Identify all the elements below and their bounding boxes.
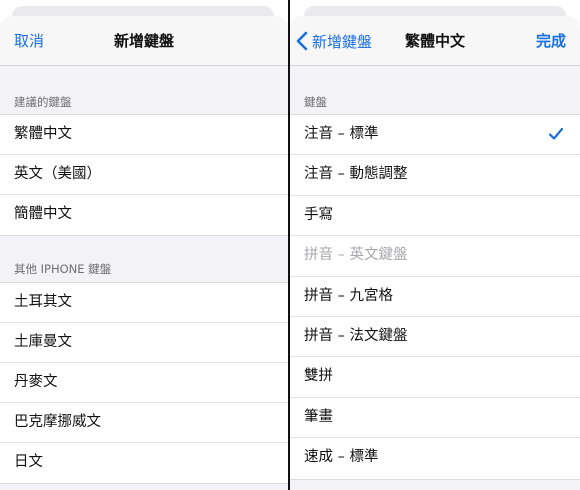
section-header-suggested: 建議的鍵盤 bbox=[14, 95, 72, 109]
done-button[interactable]: 完成 bbox=[536, 16, 566, 66]
keyboard-layout-label: 拼音 – 九宮格 bbox=[304, 287, 393, 304]
keyboard-layout-label: 雙拼 bbox=[304, 368, 333, 385]
keyboard-item[interactable]: 日文 bbox=[0, 443, 288, 483]
keyboard-layout-item: 拼音 – 英文鍵盤 bbox=[290, 236, 580, 277]
keyboard-item-label: 土耳其文 bbox=[14, 294, 72, 310]
keyboard-item[interactable]: 簡體中文 bbox=[0, 195, 288, 235]
keyboard-layout-item[interactable]: 注音 – 標準 bbox=[290, 115, 580, 156]
keyboard-layout-label: 注音 – 標準 bbox=[304, 126, 379, 142]
checkmark-icon bbox=[548, 127, 564, 140]
keyboard-item-label: 英文（美國） bbox=[14, 166, 101, 182]
keyboard-layout-label: 拼音 – 英文鍵盤 bbox=[304, 247, 408, 264]
keyboard-item[interactable]: 土庫曼文 bbox=[0, 323, 288, 363]
keyboard-layout-label: 拼音 – 法文鍵盤 bbox=[304, 327, 408, 344]
traditional-chinese-panel: 新增鍵盤 繁體中文 完成 鍵盤 注音 – 標準注音 – 動態調整 手寫拼音 – 英… bbox=[290, 0, 580, 490]
keyboard-item[interactable]: 繁體中文 bbox=[0, 115, 288, 155]
keyboard-item-label: 丹麥文 bbox=[14, 374, 58, 390]
keyboard-item[interactable]: 英文（美國） bbox=[0, 155, 288, 195]
keyboard-layout-item[interactable]: 速成 – 標準 bbox=[290, 438, 580, 479]
keyboard-layout-item[interactable]: 筆畫 bbox=[290, 397, 580, 439]
keyboard-item[interactable]: 巴克摩挪威文 bbox=[0, 403, 288, 443]
keyboard-item-label: 土庫曼文 bbox=[14, 334, 72, 350]
keyboard-layout-item[interactable]: 拼音 – 法文鍵盤 bbox=[290, 316, 580, 358]
keyboard-layout-item[interactable]: 注音 – 動態調整 bbox=[290, 155, 580, 196]
navigation-bar: 新增鍵盤 繁體中文 完成 bbox=[290, 16, 580, 66]
keyboard-item[interactable]: 丹麥文 bbox=[0, 363, 288, 403]
keyboard-layout-item[interactable]: 手寫 bbox=[290, 195, 580, 237]
keyboard-item[interactable]: 土耳其文 bbox=[0, 283, 288, 323]
keyboard-layouts-list: 注音 – 標準注音 – 動態調整 手寫拼音 – 英文鍵盤 拼音 – 九宮格 拼音 – … bbox=[290, 114, 580, 480]
keyboard-item-label: 巴克摩挪威文 bbox=[14, 414, 101, 430]
keyboard-layout-label: 速成 – 標準 bbox=[304, 449, 379, 466]
page-title: 新增鍵盤 bbox=[113, 32, 174, 50]
keyboard-item-label: 日文 bbox=[14, 454, 43, 470]
settings-content: 建議的鍵盤 繁體中文 英文（美國） 簡體中文 其他 IPHONE 鍵盤 土耳其文… bbox=[0, 66, 288, 490]
keyboard-item-label: 簡體中文 bbox=[14, 206, 72, 222]
navigation-bar: 取消 新增鍵盤 bbox=[0, 16, 288, 66]
other-keyboards-list: 土耳其文 土庫曼文 丹麥文 巴克摩挪威文 日文 bbox=[0, 282, 288, 484]
keyboard-item-label: 繁體中文 bbox=[14, 126, 72, 142]
suggested-keyboards-list: 繁體中文 英文（美國） 簡體中文 bbox=[0, 114, 288, 236]
settings-content: 鍵盤 注音 – 標準注音 – 動態調整 手寫拼音 – 英文鍵盤 拼音 – 九宮格 拼音… bbox=[290, 66, 580, 490]
keyboard-layout-label: 筆畫 bbox=[304, 408, 333, 425]
section-header-other: 其他 IPHONE 鍵盤 bbox=[14, 262, 112, 276]
keyboard-layout-item[interactable]: 雙拼 bbox=[290, 357, 580, 398]
section-header-keyboards: 鍵盤 bbox=[304, 95, 327, 109]
keyboard-layout-label: 手寫 bbox=[304, 206, 333, 223]
keyboard-layout-item[interactable]: 拼音 – 九宮格 bbox=[290, 276, 580, 317]
add-keyboard-panel: 取消 新增鍵盤 建議的鍵盤 繁體中文 英文（美國） 簡體中文 其他 IPHONE… bbox=[0, 0, 288, 490]
keyboard-layout-label: 注音 – 動態調整 bbox=[304, 166, 408, 183]
